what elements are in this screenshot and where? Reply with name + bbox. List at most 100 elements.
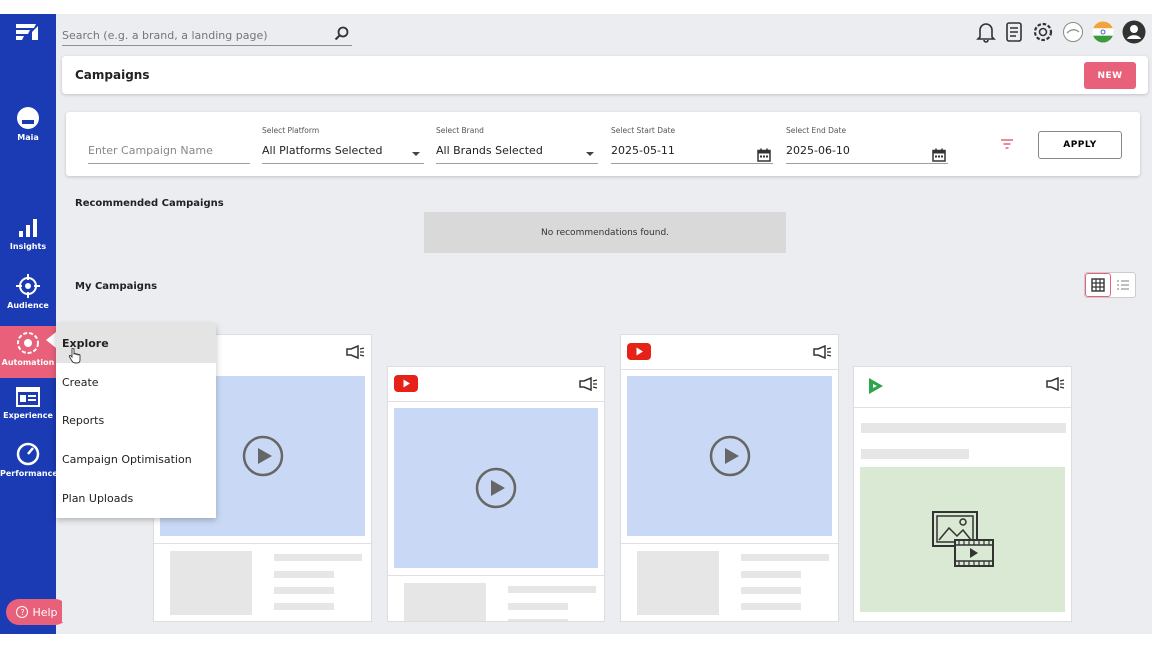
megaphone-icon[interactable]: [345, 345, 365, 359]
campaign-card[interactable]: [620, 334, 839, 622]
platform-value: All Platforms Selected: [262, 144, 383, 157]
divider: [388, 401, 604, 402]
india-flag-icon[interactable]: [1092, 21, 1114, 43]
placeholder-line: [741, 554, 829, 561]
list-view-icon[interactable]: [1111, 273, 1135, 297]
megaphone-icon[interactable]: [578, 377, 598, 391]
filter-icon[interactable]: [1000, 138, 1014, 150]
placeholder-line: [861, 423, 1066, 433]
gauge-icon: [16, 442, 40, 466]
start-date-value: 2025-05-11: [611, 144, 675, 157]
menu-pointer: [46, 332, 56, 348]
menu-item-campaign-optimisation[interactable]: Campaign Optimisation: [56, 440, 216, 479]
new-campaign-button[interactable]: NEW: [1084, 62, 1136, 89]
campaign-name-field[interactable]: Enter Campaign Name: [88, 126, 250, 164]
app-frame: Maia Insights Audience Automation Experi…: [0, 14, 1152, 634]
divider: [854, 407, 1071, 408]
search-input[interactable]: [62, 25, 322, 42]
search-icon[interactable]: [334, 26, 350, 42]
my-campaigns-title: My Campaigns: [75, 281, 158, 292]
browser-icon: [16, 387, 40, 407]
top-toolbar: [976, 20, 1146, 44]
brand-value: All Brands Selected: [436, 144, 543, 157]
no-recommendations-text: No recommendations found.: [540, 227, 670, 238]
sidebar-item-label: Insights: [9, 242, 47, 251]
placeholder-block: [170, 551, 252, 615]
bell-icon[interactable]: [976, 21, 996, 43]
menu-item-plan-uploads[interactable]: Plan Uploads: [56, 479, 216, 518]
help-button[interactable]: ? Help: [6, 599, 68, 625]
image-thumbnail: [860, 467, 1065, 612]
youtube-icon: [394, 375, 418, 392]
play-icon[interactable]: [242, 435, 284, 477]
apply-button[interactable]: APPLY: [1038, 131, 1122, 159]
grid-view-icon[interactable]: [1085, 273, 1111, 297]
placeholder-line: [274, 603, 334, 610]
media-gallery-icon: [931, 510, 994, 567]
sidebar-item-audience[interactable]: Audience: [0, 274, 56, 320]
sidebar-item-experience[interactable]: Experience: [0, 386, 56, 432]
search-bar: [62, 24, 352, 46]
menu-item-reports[interactable]: Reports: [56, 402, 216, 441]
divider: [621, 369, 838, 370]
question-icon: ?: [16, 606, 29, 618]
no-recommendations-banner: No recommendations found.: [424, 212, 786, 253]
placeholder-line: [274, 554, 362, 561]
brand-caption: Select Brand: [436, 126, 484, 135]
user-avatar-icon[interactable]: [1122, 20, 1146, 44]
campaign-card[interactable]: [853, 366, 1072, 622]
start-date-caption: Select Start Date: [611, 126, 676, 135]
logo-icon: [16, 24, 38, 40]
help-label: Help: [32, 605, 58, 619]
sidebar-item-maia[interactable]: Maia: [0, 106, 56, 158]
brand-select[interactable]: Select Brand All Brands Selected: [436, 126, 598, 164]
hand-cursor-icon: [68, 348, 81, 364]
gear-icon: [17, 332, 39, 354]
sidebar-item-label: Audience: [7, 301, 49, 310]
youtube-icon: [627, 343, 651, 360]
maia-icon: [17, 107, 39, 129]
partner-logo-icon[interactable]: [1062, 21, 1084, 43]
divider: [388, 575, 604, 576]
placeholder-line: [508, 619, 568, 621]
menu-item-create[interactable]: Create: [56, 363, 216, 402]
chevron-down-icon: [586, 152, 594, 156]
campaign-card[interactable]: [387, 366, 605, 622]
main-panel: Campaigns NEW Enter Campaign Name Select…: [62, 56, 1148, 622]
end-date-field[interactable]: Select End Date 2025-06-10: [786, 126, 948, 164]
page-header: Campaigns NEW: [62, 56, 1148, 94]
bar-chart-icon: [19, 219, 37, 237]
placeholder-line: [741, 603, 801, 610]
placeholder-line: [508, 603, 568, 610]
play-icon[interactable]: [709, 435, 751, 477]
settings-icon[interactable]: [1032, 21, 1054, 43]
sidebar-item-performance[interactable]: Performance: [0, 442, 58, 488]
card-header: [621, 335, 838, 369]
placeholder-line: [274, 571, 334, 578]
chevron-down-icon: [412, 152, 420, 156]
placeholder-line: [508, 586, 596, 593]
video-thumbnail: [394, 408, 598, 568]
start-date-field[interactable]: Select Start Date 2025-05-11: [611, 126, 773, 164]
page-title: Campaigns: [75, 68, 150, 82]
target-icon: [16, 274, 40, 298]
video-thumbnail: [627, 376, 832, 536]
megaphone-icon[interactable]: [1045, 377, 1065, 391]
calendar-icon[interactable]: [932, 148, 946, 162]
end-date-caption: Select End Date: [786, 126, 847, 135]
platform-select[interactable]: Select Platform All Platforms Selected: [262, 126, 424, 164]
campaign-name-placeholder: Enter Campaign Name: [88, 144, 213, 157]
sidebar-item-label: Performance: [0, 469, 58, 478]
play-icon[interactable]: [475, 467, 517, 509]
sidebar-item-insights[interactable]: Insights: [0, 217, 56, 263]
calendar-icon[interactable]: [757, 148, 771, 162]
megaphone-icon[interactable]: [812, 345, 832, 359]
placeholder-block: [404, 583, 486, 621]
view-toggle: [1084, 272, 1136, 298]
sidebar: Maia Insights Audience Automation Experi…: [0, 14, 58, 634]
end-date-value: 2025-06-10: [786, 144, 850, 157]
sidebar-item-label: Experience: [3, 411, 53, 420]
document-icon[interactable]: [1004, 21, 1024, 43]
divider: [154, 543, 371, 544]
placeholder-line: [861, 449, 969, 459]
